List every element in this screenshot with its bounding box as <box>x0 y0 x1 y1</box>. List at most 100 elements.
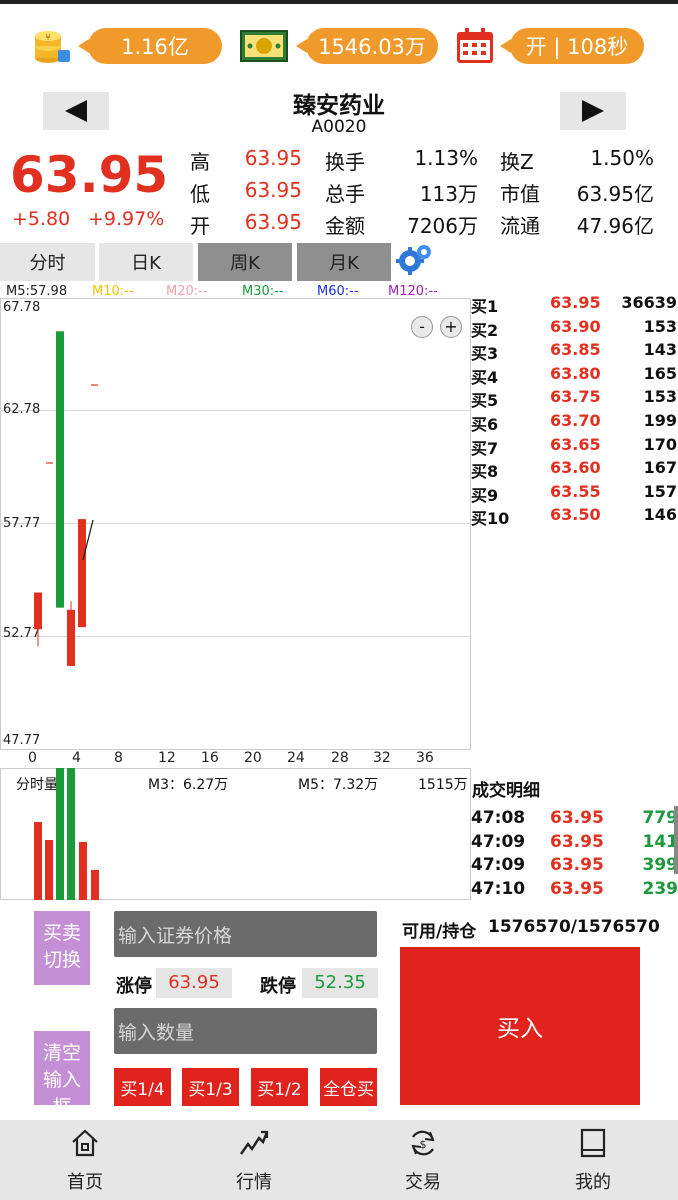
stat-open-value: 63.95 <box>244 210 302 234</box>
volume-max: 1515万 <box>418 777 468 793</box>
trade-time: 47:10 <box>471 878 526 899</box>
book-price: 63.75 <box>550 387 601 407</box>
turnover-value: 1.16亿 <box>121 35 189 59</box>
quantity-input[interactable]: 输入数量 <box>114 1008 377 1054</box>
volume-bar <box>56 768 64 900</box>
stock-code: A0020 <box>311 117 367 137</box>
price-input[interactable]: 输入证券价格 <box>114 911 377 957</box>
stat-total-hands-value: 113万 <box>419 182 478 206</box>
book-qty: 157 <box>643 481 677 501</box>
stat-amount-value: 7206万 <box>407 214 478 238</box>
candles-layer <box>34 331 98 666</box>
order-book-row[interactable]: 买9 63.55 157 <box>471 482 678 505</box>
next-stock-button[interactable] <box>560 92 626 130</box>
book-level: 买2 <box>471 320 499 340</box>
current-price: 63.95 <box>10 146 169 204</box>
order-book-row[interactable]: 买4 63.80 165 <box>471 364 678 387</box>
x-tick-label: 36 <box>416 750 434 766</box>
stat-open-label: 开 <box>190 214 210 238</box>
book-price: 63.70 <box>550 411 601 430</box>
buy-half-button[interactable]: 买1/2 <box>251 1068 308 1106</box>
nav-home[interactable]: 首页 <box>30 1120 140 1200</box>
order-book-row[interactable]: 买2 63.90 153 <box>471 317 678 340</box>
stat-low-value: 63.95 <box>244 178 302 202</box>
stat-turnover-rate-label: 换手 <box>325 150 365 174</box>
order-book-row[interactable]: 买3 63.85 143 <box>471 340 678 363</box>
candle-body <box>67 609 75 666</box>
turnover-pill: 1.16亿 <box>78 28 222 64</box>
order-book-row[interactable]: 买6 63.70 199 <box>471 411 678 434</box>
market-status-pill: 开 | 108秒 <box>500 28 644 64</box>
buy-sell-switch-button[interactable]: 买卖 切换 <box>34 911 90 985</box>
book-qty: 153 <box>643 387 677 407</box>
tab-weekly-k[interactable]: 周K <box>198 243 292 281</box>
ma20-label: M20:-- <box>166 284 208 299</box>
settings-gears-icon[interactable] <box>396 243 434 275</box>
prev-stock-button[interactable] <box>43 92 109 130</box>
trades-scrollbar[interactable] <box>674 806 678 874</box>
trade-time: 47:09 <box>471 855 526 876</box>
stock-name: 臻安药业 <box>293 93 385 119</box>
limit-up-value[interactable]: 63.95 <box>156 968 232 998</box>
book-level: 买3 <box>471 344 499 364</box>
limit-up-label: 涨停 <box>116 976 152 997</box>
zoom-out-button[interactable]: - <box>411 316 433 338</box>
trade-row: 47:10 63.95 239 <box>471 879 678 902</box>
stat-turnz-value: 1.50% <box>590 146 654 170</box>
stat-high-value: 63.95 <box>244 146 302 170</box>
book-qty: 165 <box>643 363 677 383</box>
nav-market[interactable]: 行情 <box>199 1120 309 1200</box>
clear-inputs-button[interactable]: 清空 输入框 <box>34 1031 90 1118</box>
trade-qty: 779 <box>642 808 678 828</box>
tab-daily-k[interactable]: 日K <box>99 243 193 281</box>
arrow-left-icon <box>65 100 87 122</box>
nav-trade-label: 交易 <box>405 1172 441 1193</box>
book-level: 买5 <box>471 391 499 411</box>
position-value: 1576570/1576570 <box>488 917 660 937</box>
order-book-row[interactable]: 买1 63.95 36639 <box>471 293 678 316</box>
market-status-value: 开 | 108秒 <box>525 35 629 59</box>
ma5-label: M5:57.98 <box>6 284 68 299</box>
zoom-in-button[interactable]: + <box>440 316 462 338</box>
book-qty: 199 <box>643 411 677 430</box>
limit-down-label: 跌停 <box>260 976 296 997</box>
svg-text:¥: ¥ <box>45 33 50 42</box>
chart-trend-icon <box>240 1130 269 1155</box>
tab-monthly-k[interactable]: 月K <box>297 243 391 281</box>
book-qty: 167 <box>643 458 677 478</box>
order-book-row[interactable]: 买8 63.60 167 <box>471 458 678 481</box>
nav-trade[interactable]: $ 交易 <box>368 1120 478 1200</box>
book-level: 买7 <box>471 438 499 458</box>
order-book-row[interactable]: 买7 63.65 170 <box>471 435 678 458</box>
book-level: 买10 <box>471 509 510 529</box>
cash-pill: 1546.03万 <box>296 28 438 64</box>
volume-m5: M5：7.32万 <box>298 777 379 793</box>
book-price: 63.95 <box>550 293 601 312</box>
stat-market-cap-value: 63.95亿 <box>576 182 654 206</box>
volume-bar <box>67 768 75 900</box>
buy-quarter-button[interactable]: 买1/4 <box>114 1068 171 1106</box>
trade-row: 47:08 63.95 779 <box>471 808 678 831</box>
volume-bar <box>91 870 99 900</box>
order-book-row[interactable]: 买5 63.75 153 <box>471 387 678 410</box>
cash-value: 1546.03万 <box>318 35 426 59</box>
buy-button[interactable]: 买入 <box>400 947 640 1105</box>
buy-third-button[interactable]: 买1/3 <box>182 1068 239 1106</box>
trade-qty: 239 <box>642 878 678 899</box>
trade-time: 47:08 <box>471 808 526 828</box>
nav-home-label: 首页 <box>67 1172 103 1193</box>
limit-down-value[interactable]: 52.35 <box>302 968 378 998</box>
banknote-icon <box>240 28 288 64</box>
buy-all-button[interactable]: 全仓买 <box>320 1068 377 1106</box>
trade-row: 47:09 63.95 141 <box>471 832 678 855</box>
order-book-row[interactable]: 买10 63.50 146 <box>471 505 678 528</box>
stat-high-label: 高 <box>190 150 210 174</box>
x-tick-label: 32 <box>373 750 391 766</box>
nav-mine[interactable]: 我的 <box>538 1120 648 1200</box>
book-qty: 36639 <box>621 293 677 312</box>
trade-price: 63.95 <box>550 808 604 828</box>
volume-bars <box>34 768 99 900</box>
x-tick-label: 28 <box>331 750 349 766</box>
book-price: 63.80 <box>550 363 601 383</box>
tab-intraday[interactable]: 分时 <box>0 243 95 281</box>
